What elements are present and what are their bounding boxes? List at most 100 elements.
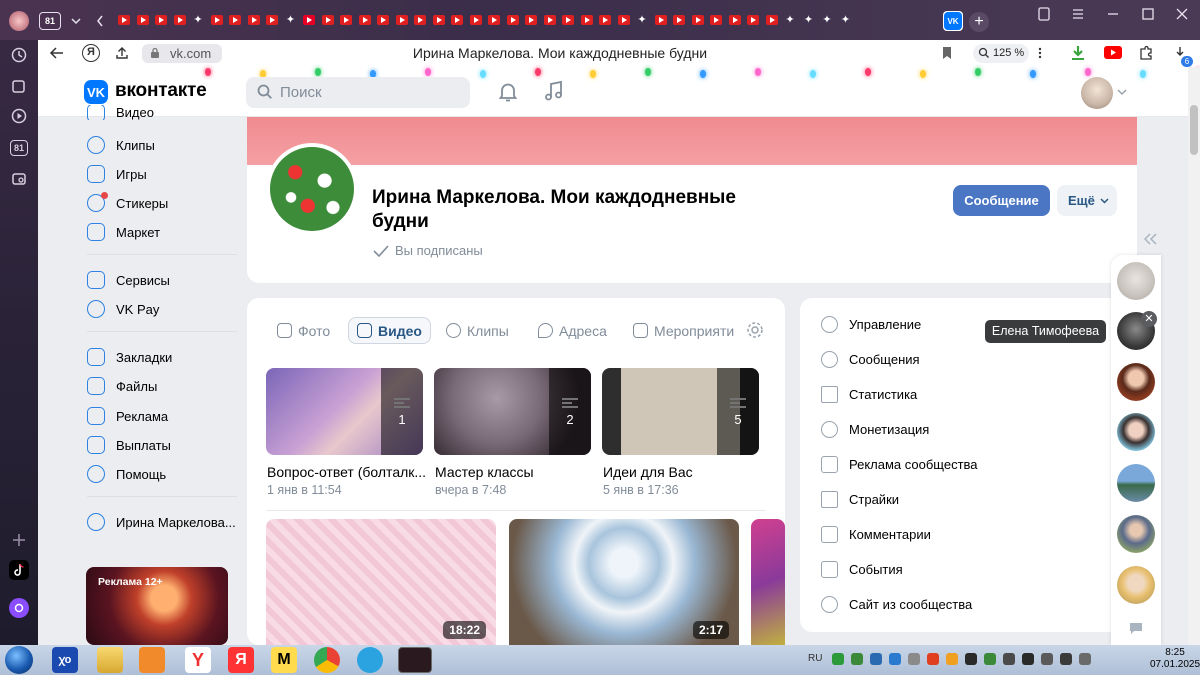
admin-item-stats[interactable]: Статистика [821,383,917,405]
tab-favicon-youtube-icon[interactable] [377,15,389,25]
taskbar-app-icon[interactable]: ꭓo [52,647,78,673]
youtube-extension-icon[interactable] [1104,46,1122,59]
share-icon[interactable] [115,46,129,60]
tab-favicon-star-icon[interactable]: ✦ [840,14,852,26]
tray-icon[interactable] [851,653,863,665]
tab-favicon-youtube-icon[interactable] [599,15,611,25]
tray-icon[interactable] [984,653,996,665]
menu-item-stickers[interactable]: Стикеры [87,191,168,215]
tray-icon[interactable] [889,653,901,665]
download-extension-icon[interactable] [1070,45,1086,61]
menu-item-video[interactable]: Видео [87,105,154,120]
chat-bubble-icon[interactable] [1128,621,1144,635]
menu-item-payouts[interactable]: Выплаты [87,433,171,457]
tab-favicon-youtube-icon[interactable] [266,15,278,25]
album-title[interactable]: Вопрос-ответ (болталк... [267,464,425,480]
tab-favicon-youtube-icon[interactable] [414,15,426,25]
history-icon[interactable] [9,45,29,65]
tray-icon[interactable] [832,653,844,665]
vk-logo-icon[interactable]: VK [84,80,108,104]
screenshot-icon[interactable] [9,169,29,189]
tab-favicon-youtube-icon[interactable] [229,15,241,25]
album-card[interactable]: 2 [434,368,591,455]
notifications-bell-icon[interactable] [497,81,519,103]
tray-icon[interactable] [1003,653,1015,665]
account-chevron-down-icon[interactable] [1117,88,1127,96]
maximize-icon[interactable] [1141,7,1155,21]
tab-favicon-youtube-icon[interactable] [728,15,741,25]
active-tab[interactable]: VK [943,11,963,31]
tab-events[interactable]: Мероприяти [633,317,737,344]
chat-avatar[interactable] [1117,413,1155,451]
bookmark-manager-icon[interactable] [1037,7,1051,21]
yandex-browser-icon[interactable]: Y [185,647,211,673]
menu-item-market[interactable]: Маркет [87,220,160,244]
tray-icon[interactable] [870,653,882,665]
tab-favicon-pinterest-icon[interactable] [303,15,315,25]
profile-avatar[interactable] [9,11,29,31]
back-icon[interactable] [49,46,65,60]
menu-item-clips[interactable]: Клипы [87,133,155,157]
close-icon[interactable]: ✕ [1141,311,1157,327]
tray-icon[interactable] [927,653,939,665]
tab-favicon-youtube-icon[interactable] [580,15,593,25]
tab-favicon-youtube-icon[interactable] [136,15,149,25]
video-thumbnail[interactable]: 18:22 [266,519,496,645]
tab-favicon-star-icon[interactable]: ✦ [784,14,796,26]
lock-icon[interactable] [150,47,160,59]
chat-avatar[interactable] [1117,566,1155,604]
tab-clips[interactable]: Клипы [446,317,509,344]
tab-favicon-youtube-icon[interactable] [321,15,334,25]
language-indicator[interactable]: RU [808,653,822,664]
media-player-icon[interactable] [139,647,165,673]
chat-avatar[interactable] [1117,262,1155,300]
tab-favicon-youtube-icon[interactable] [358,15,371,25]
tab-favicon-youtube-icon[interactable] [747,15,759,25]
menu-item-help[interactable]: Помощь [87,462,166,486]
tab-favicon-youtube-icon[interactable] [654,15,667,25]
album-card[interactable]: 5 [602,368,759,455]
menu-icon[interactable] [1071,7,1085,21]
tray-icon[interactable] [1079,653,1091,665]
tab-video[interactable]: Видео [348,317,431,344]
chat-avatar[interactable] [1117,515,1155,553]
telegram-icon[interactable] [357,647,383,673]
tab-favicon-star-icon[interactable]: ✦ [192,14,204,26]
tab-favicon-youtube-icon[interactable] [617,15,630,25]
add-icon[interactable] [9,530,29,550]
admin-item-strikes[interactable]: Страйки [821,488,899,510]
system-clock[interactable]: 8:25 07.01.2025 [1150,647,1200,671]
yandex-home-icon[interactable]: Я [82,44,100,62]
admin-item-community-ads[interactable]: Реклама сообщества [821,453,978,475]
menu-item-games[interactable]: Игры [87,162,147,186]
tray-icon[interactable] [1041,653,1053,665]
tab-favicon-youtube-icon[interactable] [543,15,556,25]
tab-favicon-star-icon[interactable]: ✦ [636,14,648,26]
tab-favicon-star-icon[interactable]: ✦ [285,14,297,26]
admin-item-manage[interactable]: Управление [821,313,921,335]
video-thumbnail[interactable]: 2:17 [509,519,739,645]
tab-favicon-star-icon[interactable]: ✦ [803,14,815,26]
tab-favicon-youtube-icon[interactable] [691,15,704,25]
tab-list-chevron-icon[interactable] [66,13,86,29]
tab-favicon-youtube-icon[interactable] [525,15,537,25]
minimize-icon[interactable] [1106,7,1120,21]
message-button[interactable]: Сообщение [953,185,1050,216]
tab-favicon-youtube-icon[interactable] [710,15,722,25]
tab-counter[interactable]: 81 [39,12,61,30]
play-icon[interactable] [9,106,29,126]
tab-favicon-youtube-icon[interactable] [118,15,130,25]
menu-item-vkpay[interactable]: VK Pay [87,297,159,321]
extensions-icon[interactable] [1138,45,1154,61]
media-settings-gear-icon[interactable] [746,321,764,339]
yandex-market-icon[interactable]: M [271,647,297,673]
admin-item-messages[interactable]: Сообщения [821,348,920,370]
group-avatar[interactable] [266,143,358,235]
tab-favicon-youtube-icon[interactable] [432,15,445,25]
tab-photo[interactable]: Фото [277,317,330,344]
chat-avatar[interactable] [1117,464,1155,502]
admin-item-events[interactable]: События [821,558,903,580]
tab-favicon-youtube-icon[interactable] [673,15,685,25]
menu-item-files[interactable]: Файлы [87,374,157,398]
search-input[interactable]: Поиск [246,77,470,108]
